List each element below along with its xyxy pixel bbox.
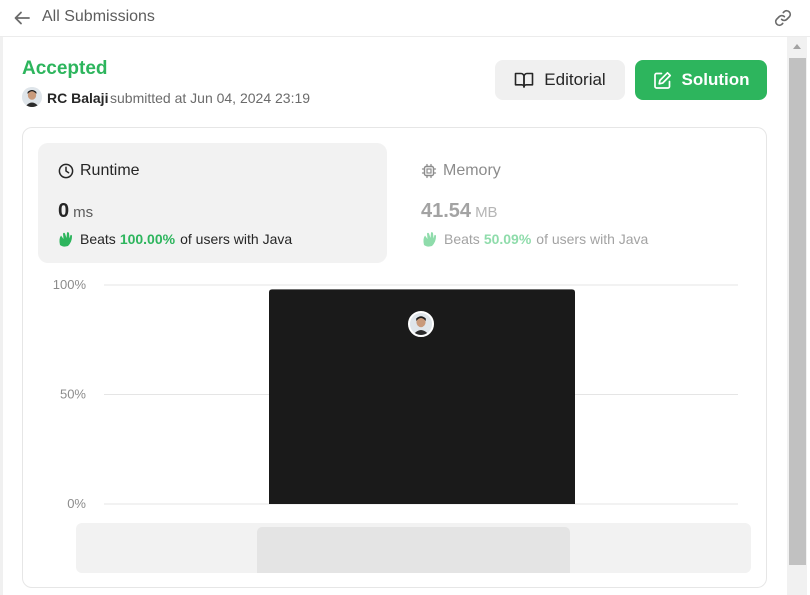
runtime-unit: ms — [73, 204, 94, 221]
clap-hands-icon — [59, 232, 72, 247]
runtime-beats-percent: 100.00% — [119, 231, 176, 247]
clap-hands-icon — [423, 232, 436, 247]
y-tick-label: 0% — [67, 496, 86, 511]
edit-icon — [653, 71, 671, 89]
memory-beats-suffix: of users with Java — [536, 231, 649, 247]
runtime-header: Runtime — [58, 162, 140, 180]
runtime-beats-suffix: of users with Java — [180, 231, 293, 247]
all-submissions-link[interactable]: All Submissions — [42, 8, 155, 26]
y-tick-label: 100% — [53, 277, 87, 292]
submission-status: Accepted — [22, 58, 108, 79]
memory-beats: Beats 50.09% of users with Java — [421, 230, 648, 248]
chart-range-window[interactable] — [257, 527, 570, 573]
user-marker-avatar-image — [410, 313, 432, 335]
editorial-label: Editorial — [544, 70, 606, 89]
memory-beats-percent: 50.09% — [483, 231, 532, 247]
user-avatar[interactable] — [22, 87, 42, 107]
arrow-left-icon[interactable] — [12, 8, 32, 28]
y-tick-label: 50% — [60, 387, 86, 402]
submitted-timestamp: submitted at Jun 04, 2024 23:19 — [110, 90, 311, 106]
memory-header[interactable]: Memory — [421, 162, 501, 180]
user-marker-avatar[interactable] — [408, 311, 434, 337]
memory-beats-prefix: Beats — [444, 231, 480, 247]
user-avatar-image — [22, 87, 42, 107]
top-bar: All Submissions — [0, 0, 810, 37]
runtime-value-row: 0 ms — [58, 200, 93, 223]
link-icon[interactable] — [772, 7, 794, 29]
clock-icon — [58, 163, 74, 179]
memory-label: Memory — [443, 162, 501, 179]
runtime-beats-prefix: Beats — [80, 231, 116, 247]
editorial-button[interactable]: Editorial — [495, 60, 625, 100]
runtime-value: 0 — [58, 200, 70, 222]
memory-value: 41.54 — [421, 200, 472, 222]
runtime-distribution-chart[interactable]: 0% 50% 100% — [40, 275, 760, 515]
scrollbar-thumb[interactable] — [789, 58, 806, 565]
book-icon — [514, 72, 534, 88]
memory-unit: MB — [475, 204, 498, 221]
solution-label: Solution — [681, 70, 750, 89]
submitter-name[interactable]: RC Balaji — [47, 90, 108, 106]
scroll-up-arrow-icon[interactable] — [793, 44, 801, 49]
solution-button[interactable]: Solution — [635, 60, 767, 100]
memory-value-row: 41.54 MB — [421, 200, 498, 223]
left-border — [0, 37, 3, 595]
runtime-beats: Beats 100.00% of users with Java — [57, 230, 292, 248]
chip-icon — [421, 163, 437, 179]
runtime-label: Runtime — [80, 162, 140, 179]
